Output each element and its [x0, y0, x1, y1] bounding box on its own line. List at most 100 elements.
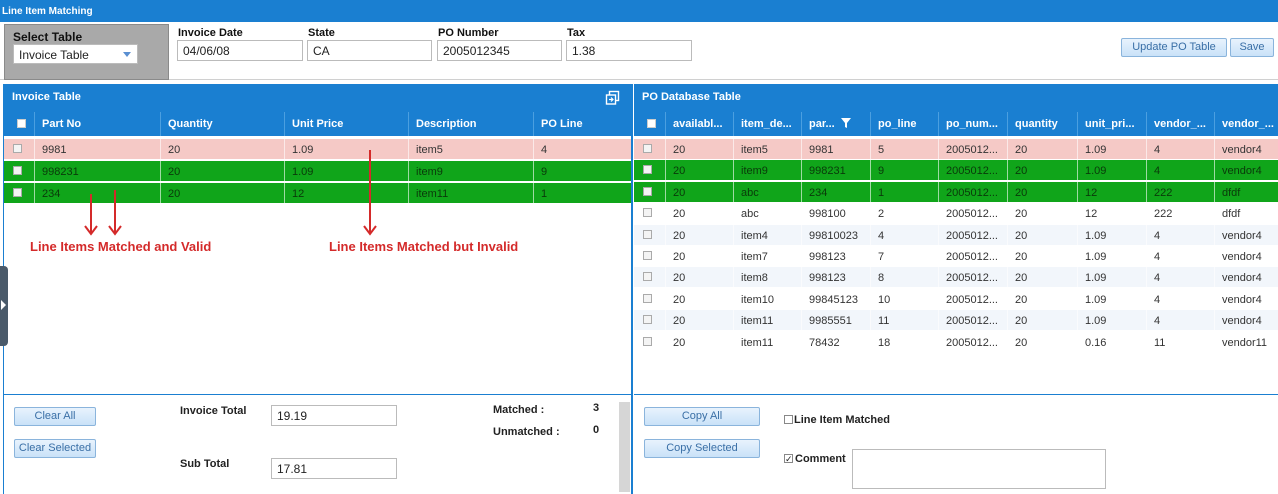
po-table-row[interactable]: 20 item5 9981 5 2005012... 20 1.09 4 vendor4 [634, 139, 1278, 160]
column-header-quantity[interactable]: Quantity [160, 112, 284, 136]
po-table-row[interactable]: 20 item8 998123 8 2005012... 20 1.09 4 vendor4 [634, 267, 1278, 289]
cell-item-description: item10 [733, 288, 801, 310]
comment-textarea[interactable] [852, 449, 1106, 489]
column-header-po-line[interactable]: po_line [870, 112, 938, 136]
po-table-row[interactable]: 20 item10 99845123 10 2005012... 20 1.09 4 vendo… [634, 288, 1278, 310]
invoice-table-row[interactable]: 9981 20 1.09 item5 4 [4, 139, 631, 160]
invoice-table-row[interactable]: 998231 20 1.09 item9 9 [4, 161, 631, 182]
row-checkbox[interactable] [643, 251, 652, 260]
po-table-row[interactable]: 20 item9 998231 9 2005012... 20 1.09 4 vendor4 [634, 160, 1278, 182]
cell-description: item5 [408, 139, 533, 160]
column-header-vendor-2[interactable]: vendor_... [1214, 112, 1278, 136]
column-header-available[interactable]: availabl... [665, 112, 733, 136]
cell-unit-price: 1.09 [284, 139, 408, 160]
row-checkbox[interactable] [643, 165, 652, 175]
state-label: State [308, 27, 335, 39]
row-checkbox[interactable] [643, 229, 652, 239]
column-header-po-line[interactable]: PO Line [533, 112, 631, 136]
save-button[interactable]: Save [1230, 38, 1274, 57]
row-checkbox[interactable] [643, 293, 652, 303]
cell-available: 20 [665, 246, 733, 267]
cell-vendor-2: vendor4 [1214, 160, 1278, 182]
row-checkbox[interactable] [643, 144, 652, 153]
cell-vendor-2: dfdf [1214, 181, 1278, 203]
po-table-column-headers: availabl... item_de... par... po_line po… [634, 112, 1278, 136]
column-header-vendor-1[interactable]: vendor_... [1146, 112, 1214, 136]
arrow-down-icon [108, 190, 122, 236]
column-header-unit-price[interactable]: Unit Price [284, 112, 408, 136]
update-po-table-button[interactable]: Update PO Table [1121, 38, 1227, 57]
cell-available: 20 [665, 203, 733, 225]
cell-vendor-1: 4 [1146, 288, 1214, 310]
cell-vendor-1: 4 [1146, 267, 1214, 289]
invoice-date-field[interactable]: 04/06/08 [177, 40, 303, 61]
tax-field[interactable]: 1.38 [566, 40, 692, 61]
clear-all-button[interactable]: Clear All [14, 407, 96, 426]
cell-vendor-1: 222 [1146, 181, 1214, 203]
copy-icon[interactable] [605, 90, 621, 106]
column-header-unit-price[interactable]: unit_pri... [1077, 112, 1146, 136]
cell-unit-price: 1.09 [1077, 160, 1146, 182]
po-table-row[interactable]: 20 abc 998100 2 2005012... 20 12 222 dfdf [634, 203, 1278, 225]
panel-divider[interactable] [631, 84, 633, 494]
tax-label: Tax [567, 27, 586, 39]
unmatched-label: Unmatched : [493, 426, 560, 438]
cell-part: 99845123 [801, 288, 870, 310]
select-all-checkbox[interactable] [17, 119, 26, 128]
row-checkbox[interactable] [13, 166, 22, 175]
cell-quantity: 20 [1007, 288, 1077, 310]
po-table-row[interactable]: 20 item11 9985551 11 2005012... 20 1.09 4 vendor… [634, 310, 1278, 332]
cell-po-number: 2005012... [938, 181, 1007, 203]
cell-part: 9985551 [801, 310, 870, 332]
column-header-part-no[interactable]: Part No [34, 112, 160, 136]
column-header-po-number[interactable]: po_num... [938, 112, 1007, 136]
select-table-dropdown[interactable]: Invoice Table [13, 44, 138, 64]
filter-icon[interactable] [840, 118, 851, 128]
copy-all-button[interactable]: Copy All [644, 407, 760, 426]
cell-item-description: abc [733, 181, 801, 203]
column-header-part[interactable]: par... [801, 112, 870, 136]
state-field[interactable]: CA [307, 40, 432, 61]
cell-part-no: 998231 [34, 161, 160, 182]
invoice-total-field[interactable]: 19.19 [271, 405, 397, 426]
cell-description: item11 [408, 183, 533, 204]
cell-po-number: 2005012... [938, 310, 1007, 332]
cell-po-line: 9 [870, 160, 938, 182]
cell-unit-price: 1.09 [1077, 288, 1146, 310]
cell-quantity: 20 [1007, 224, 1077, 246]
row-checkbox[interactable] [13, 144, 22, 153]
po-number-field[interactable]: 2005012345 [437, 40, 562, 61]
column-header-description[interactable]: Description [408, 112, 533, 136]
comment-checkbox[interactable]: ✓ [784, 454, 793, 464]
row-checkbox[interactable] [643, 315, 652, 325]
po-table-row[interactable]: 20 item11 78432 18 2005012... 20 0.16 11 vendor1… [634, 331, 1278, 353]
row-checkbox[interactable] [643, 208, 652, 218]
po-select-all-checkbox[interactable] [647, 119, 656, 128]
column-header-item-description[interactable]: item_de... [733, 112, 801, 136]
po-table-row[interactable]: 20 abc 234 1 2005012... 20 12 222 dfdf [634, 181, 1278, 203]
footer-scrollbar[interactable] [619, 402, 630, 492]
po-table-row[interactable]: 20 item7 998123 7 2005012... 20 1.09 4 vendor4 [634, 246, 1278, 267]
invoice-table-header: Invoice Table [4, 84, 631, 112]
cell-po-line: 4 [533, 139, 631, 160]
invoice-footer-separator [4, 394, 631, 395]
row-checkbox[interactable] [643, 336, 652, 346]
column-header-quantity[interactable]: quantity [1007, 112, 1077, 136]
cell-vendor-1: 4 [1146, 139, 1214, 160]
row-checkbox[interactable] [643, 186, 652, 196]
po-table-row[interactable]: 20 item4 99810023 4 2005012... 20 1.09 4 vendor4 [634, 224, 1278, 246]
row-checkbox[interactable] [643, 272, 652, 282]
clear-selected-button[interactable]: Clear Selected [14, 439, 96, 458]
line-item-matched-checkbox[interactable] [784, 415, 793, 424]
copy-selected-button[interactable]: Copy Selected [644, 439, 760, 458]
annotation-matched-invalid: Line Items Matched but Invalid [329, 239, 519, 254]
cell-po-number: 2005012... [938, 139, 1007, 160]
cell-vendor-2: vendor4 [1214, 288, 1278, 310]
invoice-date-label: Invoice Date [178, 27, 243, 39]
cell-unit-price: 12 [1077, 181, 1146, 203]
row-checkbox[interactable] [13, 188, 22, 197]
cell-available: 20 [665, 310, 733, 332]
sub-total-field[interactable]: 17.81 [271, 458, 397, 479]
cell-unit-price: 1.09 [1077, 310, 1146, 332]
chevron-right-icon[interactable] [0, 266, 8, 346]
